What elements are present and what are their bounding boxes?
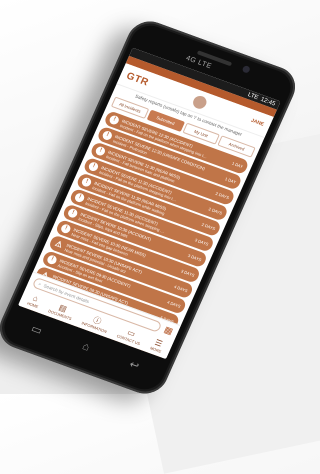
incident-age: 3 DAYS <box>187 252 203 263</box>
alert-icon: ! <box>94 145 107 157</box>
nav-home-label: HOME <box>26 301 39 310</box>
incident-age: 1 DAY <box>224 176 237 185</box>
nav-home[interactable]: ⌂ HOME <box>26 292 42 309</box>
warning-icon: ⚠ <box>53 238 65 250</box>
recent-apps-key-icon[interactable]: ▭ <box>29 321 44 337</box>
incident-age: 3 DAYS <box>194 237 210 247</box>
app-logo: GTR <box>124 70 151 89</box>
avatar[interactable] <box>190 93 209 110</box>
search-icon: ⌕ <box>37 281 43 287</box>
incident-age: 4 DAYS <box>166 299 182 309</box>
alert-icon: ! <box>45 254 59 266</box>
incident-age: 2 DAYS <box>200 221 217 232</box>
alert-icon: ! <box>73 192 86 204</box>
incident-age: 4 DAYS <box>173 283 189 294</box>
incident-age: 1 DAY <box>231 160 244 170</box>
home-icon: ⌂ <box>31 293 40 304</box>
incident-age: 3 DAYS <box>180 268 196 278</box>
alert-icon: ! <box>87 160 100 173</box>
nav-more[interactable]: ☰ MORE <box>149 337 165 354</box>
alert-icon: ! <box>80 176 93 188</box>
alert-icon: ! <box>108 114 121 126</box>
apps-grid-icon[interactable]: ▦ <box>162 324 175 337</box>
alert-icon: ! <box>101 129 114 142</box>
incident-age: 2 DAYS <box>207 206 224 216</box>
alert-icon: ! <box>66 207 79 219</box>
incident-age: 2 DAYS <box>214 190 230 201</box>
home-key-icon[interactable]: ⌂ <box>80 340 91 353</box>
back-key-icon[interactable]: ↩ <box>128 357 142 372</box>
user-id[interactable]: JANE <box>250 118 265 128</box>
alert-icon: ! <box>59 223 72 235</box>
